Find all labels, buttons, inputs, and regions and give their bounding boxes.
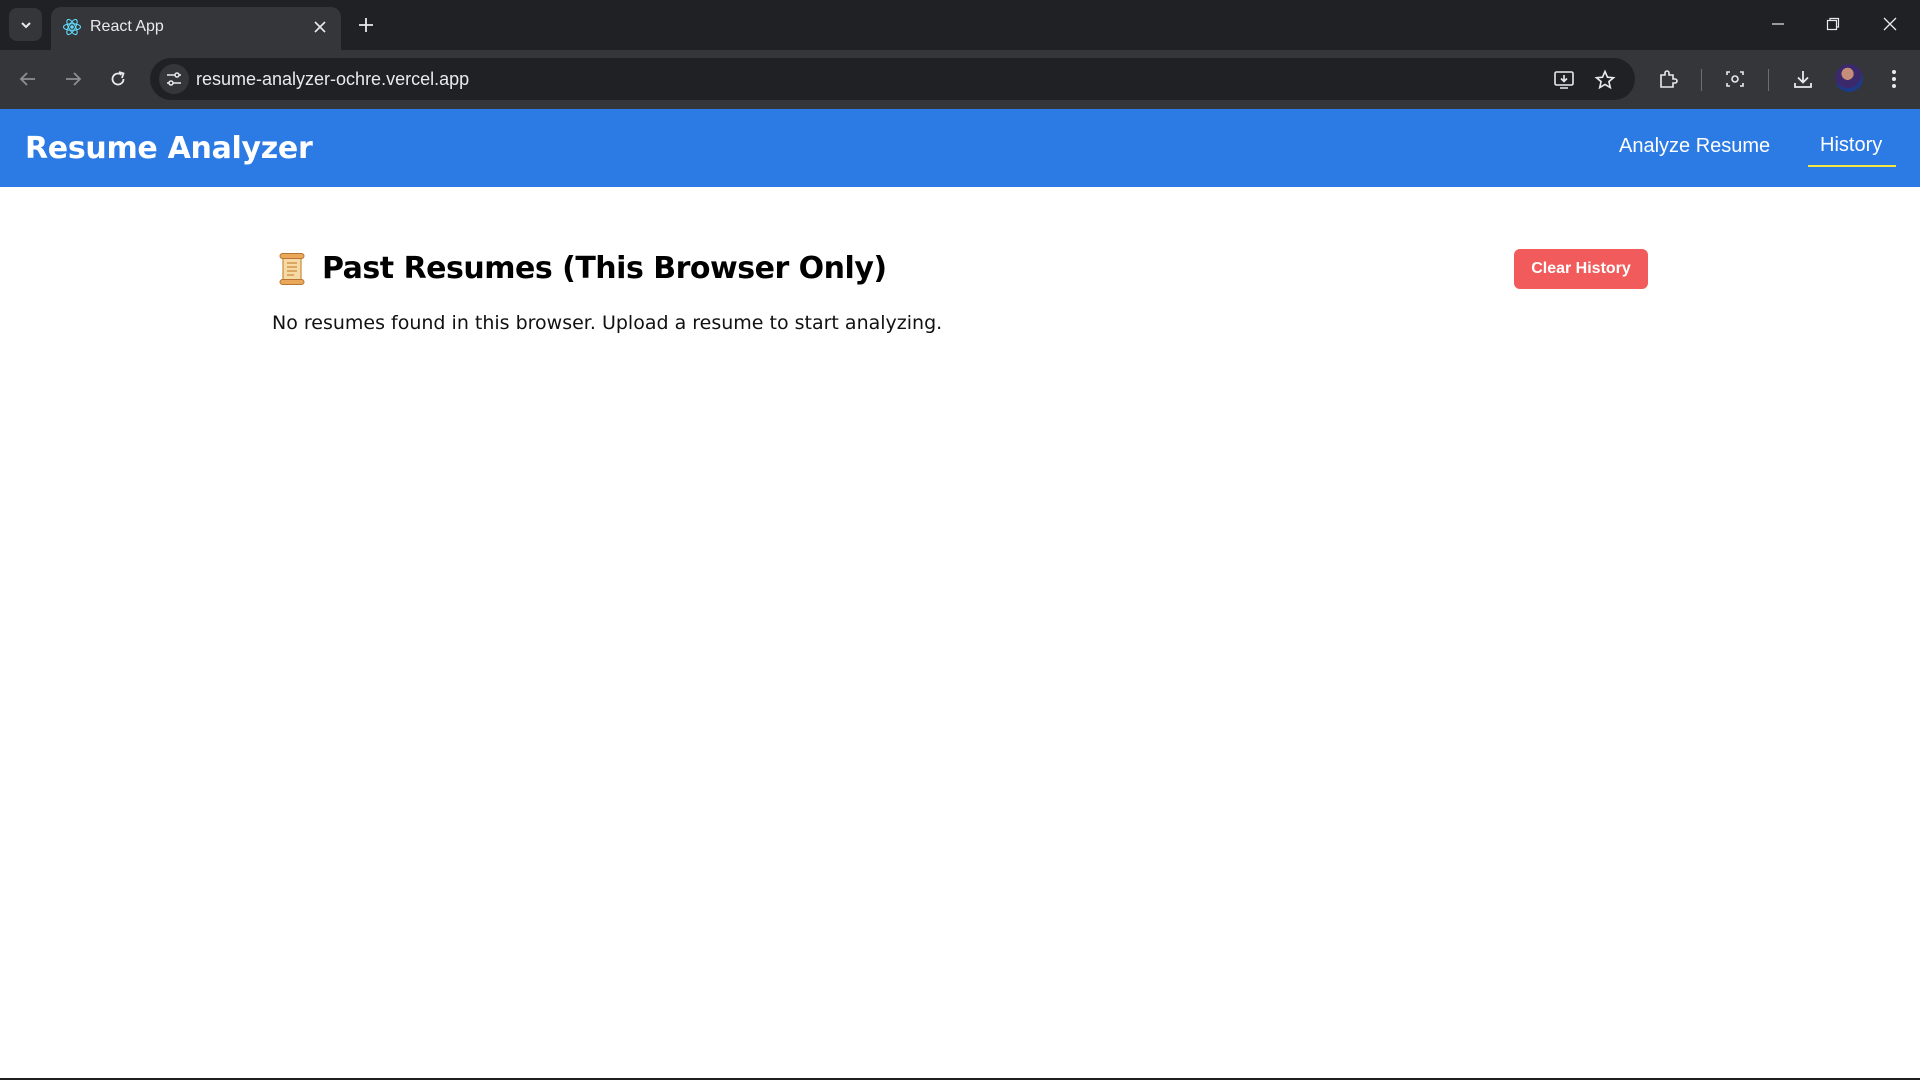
toolbar-divider [1701, 69, 1702, 91]
tab-title: React App [90, 18, 164, 35]
nav-analyze-resume[interactable]: Analyze Resume [1619, 135, 1770, 158]
address-bar[interactable]: resume-analyzer-ochre.vercel.app [150, 58, 1635, 100]
restore-icon [1826, 17, 1840, 31]
browser-tab[interactable]: React App [51, 7, 341, 50]
react-logo-icon [62, 18, 82, 36]
app-brand[interactable]: Resume Analyzer [25, 131, 313, 166]
close-icon [1883, 17, 1897, 31]
browser-toolbar: resume-analyzer-ochre.vercel.app [0, 50, 1920, 109]
minimize-button[interactable] [1758, 8, 1798, 40]
reload-button[interactable] [103, 64, 133, 94]
profile-avatar[interactable] [1835, 64, 1863, 92]
more-vert-icon [1892, 70, 1896, 88]
extensions-button[interactable] [1654, 65, 1682, 93]
install-app-button[interactable] [1551, 67, 1577, 93]
toolbar-divider [1768, 69, 1769, 91]
restore-button[interactable] [1813, 8, 1853, 40]
screenshot-button[interactable] [1721, 65, 1749, 93]
camera-icon [1726, 71, 1744, 87]
nav-history[interactable]: History [1820, 134, 1882, 157]
new-tab-button[interactable] [353, 12, 379, 38]
browser-tabstrip: React App [0, 0, 1920, 50]
site-info-button[interactable] [159, 64, 189, 94]
download-icon [1794, 71, 1812, 88]
clear-history-button[interactable]: Clear History [1514, 249, 1648, 289]
star-icon [1594, 69, 1616, 90]
downloads-button[interactable] [1789, 65, 1817, 93]
arrow-right-icon [66, 72, 82, 86]
bookmark-button[interactable] [1592, 67, 1618, 93]
install-icon [1554, 71, 1574, 89]
active-nav-indicator [1808, 165, 1896, 167]
puzzle-icon [1660, 70, 1678, 88]
page-title: Past Resumes (This Browser Only) [322, 251, 887, 286]
plus-icon [359, 18, 373, 32]
scroll-icon [279, 253, 305, 285]
tab-search-button[interactable] [9, 8, 42, 41]
app-header: Resume Analyzer Analyze Resume History [0, 109, 1920, 187]
close-icon [314, 21, 326, 33]
url-text[interactable]: resume-analyzer-ochre.vercel.app [196, 69, 469, 90]
arrow-left-icon [19, 72, 35, 86]
empty-state-message: No resumes found in this browser. Upload… [272, 312, 943, 334]
tune-icon [167, 72, 181, 86]
chevron-down-icon [20, 21, 31, 28]
browser-menu-button[interactable] [1880, 65, 1908, 93]
forward-button[interactable] [58, 64, 88, 94]
window-close-button[interactable] [1870, 8, 1910, 40]
minimize-icon [1772, 23, 1784, 25]
reload-icon [111, 71, 125, 86]
tab-close-button[interactable] [309, 16, 331, 38]
back-button[interactable] [13, 64, 43, 94]
